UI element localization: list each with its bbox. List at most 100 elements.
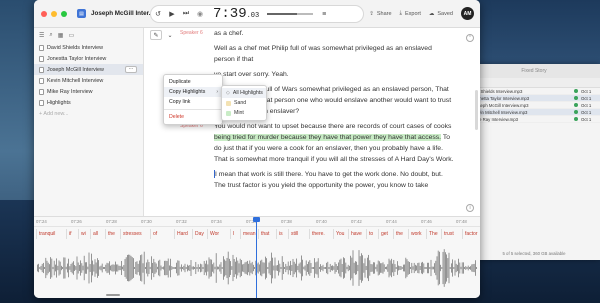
timeline-word[interactable]: factor <box>462 229 478 239</box>
paragraph-text[interactable]: ve start over sorry. Yeah. <box>214 69 464 80</box>
close-window-button[interactable] <box>41 10 47 17</box>
text-run[interactable]: You would not want to upset because ther… <box>214 123 451 130</box>
sidebar-item-kevin-mitchell[interactable]: Kevin Mitchell Interview <box>34 75 143 86</box>
background-finder-window[interactable]: Fixed Story id Shields Interview.mp3 Oct … <box>468 64 600 260</box>
record-icon[interactable]: ◉ <box>193 10 207 18</box>
export-button[interactable]: ⤓ Export <box>400 10 421 17</box>
waveform-bar <box>86 262 87 274</box>
timeline-word[interactable]: all <box>90 229 98 239</box>
waveform-bar <box>235 261 236 275</box>
more-options-button[interactable]: ··· <box>125 66 137 73</box>
timeline-word[interactable]: tranquil <box>36 229 55 239</box>
waveform-bar <box>99 266 101 270</box>
sidebar-item-david-shields[interactable]: David Shields Interview <box>34 42 143 53</box>
sidebar-item-highlights[interactable]: Highlights <box>34 97 143 108</box>
settings-icon[interactable]: ≡ <box>317 11 331 18</box>
transcript-paragraph[interactable]: Speaker 6 You would not want to upset bec… <box>180 121 464 165</box>
highlighted-text[interactable]: being tried for murder because they have… <box>214 134 442 141</box>
avatar[interactable]: AM <box>461 7 474 20</box>
timeline-word[interactable]: still <box>288 229 298 239</box>
file-row[interactable]: id Shields Interview.mp3 Oct 1 <box>468 88 600 95</box>
timeline-word[interactable]: to <box>366 229 373 239</box>
menu-item-duplicate[interactable]: Duplicate <box>164 77 222 87</box>
timeline-word[interactable]: Wor <box>207 229 219 239</box>
sidebar-item-joseph-mcgill[interactable]: Joseph McGill Interview ··· <box>34 64 143 75</box>
folder-icon[interactable]: ▭ <box>68 32 74 39</box>
timeline-word[interactable]: work <box>408 229 422 239</box>
transcript-paragraph[interactable]: Speaker 6 as a chef. <box>180 28 464 39</box>
file-row[interactable]: oseph McGill Interview.mp3 Oct 1 <box>468 102 600 109</box>
menu-item-delete[interactable]: Delete <box>164 112 222 122</box>
speaker-label[interactable] <box>180 43 214 65</box>
submenu-item-sand[interactable]: Sand <box>222 98 266 108</box>
timeline-word[interactable]: trust <box>441 229 454 239</box>
resize-handle[interactable] <box>106 294 120 296</box>
paragraph-text[interactable]: I mean that work is still there. You hav… <box>214 169 464 191</box>
timeline-word[interactable]: wi <box>78 229 86 239</box>
file-row[interactable]: evin Mitchell Interview.mp3 Oct 1 <box>468 109 600 116</box>
grid-view-icon[interactable]: ▦ <box>58 32 64 39</box>
timeline-word[interactable]: Hard <box>174 229 188 239</box>
timeline-word[interactable]: have <box>348 229 362 239</box>
file-row[interactable]: ionetta Taylor Interview.mp3 Oct 1 <box>468 95 600 102</box>
timeline-word[interactable]: if <box>66 229 72 239</box>
timeline-word[interactable]: The <box>426 229 438 239</box>
paragraph-text[interactable]: You would not want to upset because ther… <box>214 121 464 165</box>
menu-item-copy-highlights[interactable]: Copy Highlights › <box>164 87 222 97</box>
timeline[interactable]: 07:24 07:26 07:28 07:30 07:32 07:34 07:36 07:38… <box>34 216 480 298</box>
timeline-word[interactable]: stresses <box>120 229 142 239</box>
timeline-word[interactable]: mean <box>240 229 256 239</box>
document-title[interactable]: Joseph McGill Inter... <box>91 10 154 17</box>
menu-item-copy-link[interactable]: Copy link <box>164 97 222 107</box>
timeline-word[interactable]: Day <box>192 229 204 239</box>
export-icon: ⤓ <box>399 10 402 16</box>
word-track[interactable]: tranquil if wi all the stresses of Hard Day Wor Im… <box>34 227 480 241</box>
timeline-word[interactable]: there. <box>309 229 325 239</box>
transcript-paragraph[interactable]: Well as a chef met Philip full of was so… <box>180 43 464 65</box>
minimize-window-button[interactable] <box>51 10 57 17</box>
sidebar-item-jonestta-taylor[interactable]: Jonestta Taylor Interview <box>34 53 143 64</box>
chevron-down-icon[interactable]: ⌄ <box>166 30 174 40</box>
timeline-word[interactable]: I <box>230 229 234 239</box>
file-date: Oct 1 <box>581 116 592 122</box>
timeline-word[interactable]: the <box>393 229 403 239</box>
zoom-window-button[interactable] <box>61 10 67 17</box>
play-icon[interactable]: ▶ <box>165 10 179 18</box>
sidebar-item-mike-ray[interactable]: Mike Ray Interview <box>34 86 143 97</box>
paragraph-text[interactable]: as a chef. <box>214 28 464 39</box>
playback-timer: 7:39.03 <box>213 6 259 22</box>
text-run[interactable]: I mean that work is still there. You hav… <box>214 171 443 189</box>
submenu-item-mint[interactable]: Mint <box>222 108 266 118</box>
pencil-icon[interactable]: ✎ <box>150 30 162 40</box>
waveform-bar <box>115 261 116 275</box>
list-view-icon[interactable]: ☰ <box>39 32 44 39</box>
speaker-label[interactable] <box>180 169 214 191</box>
waveform-bar <box>134 267 135 269</box>
volume-slider[interactable] <box>267 13 314 15</box>
timeline-word[interactable]: get <box>378 229 388 239</box>
speaker-label[interactable]: Speaker 6 <box>180 121 214 165</box>
paragraph-text[interactable]: Well as a chef met Philip full of was so… <box>214 43 464 65</box>
editor-scroll-thumb[interactable] <box>475 90 478 130</box>
waveform-bar <box>104 267 105 269</box>
speaker-label[interactable]: Speaker 6 <box>180 28 214 39</box>
timeline-word[interactable]: that <box>258 229 269 239</box>
search-icon[interactable]: ⌕ <box>49 32 52 39</box>
transcript-paragraph[interactable]: I mean that work is still there. You hav… <box>180 169 464 191</box>
sidebar-item-label: Jonestta Taylor Interview <box>47 55 107 62</box>
playhead[interactable] <box>253 217 260 298</box>
skip-forward-icon[interactable]: ⏭ <box>179 10 193 18</box>
share-button[interactable]: ⇪ Share <box>369 11 391 17</box>
timeline-word[interactable]: the <box>105 229 115 239</box>
rewind-icon[interactable]: ↺ <box>151 10 165 18</box>
info-icon[interactable]: i <box>466 204 474 212</box>
timeline-word[interactable]: is <box>276 229 283 239</box>
file-row[interactable]: ike Ray Interview.mp3 Oct 1 <box>468 116 600 123</box>
submenu-item-all-highlights[interactable]: ◇ All Highlights <box>222 88 266 98</box>
timeline-word[interactable]: of <box>150 229 157 239</box>
waveform-bar <box>275 265 277 271</box>
timeline-word[interactable]: You <box>333 229 344 239</box>
add-new-button[interactable]: + Add new... <box>34 108 143 119</box>
scroll-up-icon[interactable]: ⌃ <box>466 34 474 42</box>
audio-waveform[interactable] <box>34 245 480 291</box>
